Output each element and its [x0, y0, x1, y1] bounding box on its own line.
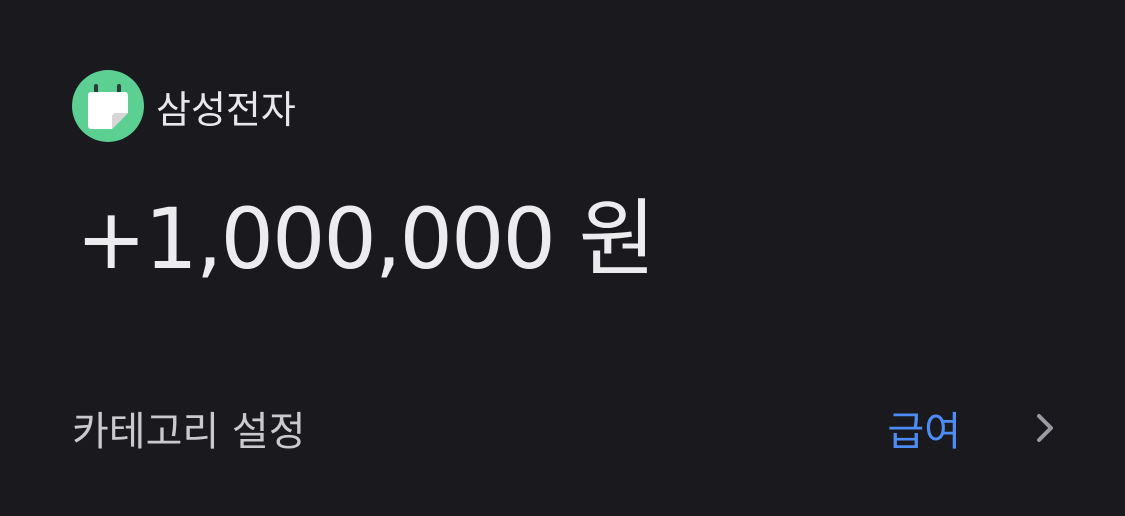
merchant-name: 삼성전자 [156, 87, 296, 132]
category-value: 급여 [887, 409, 961, 455]
merchant-header: 삼성전자 [72, 70, 296, 142]
calendar-note-icon [72, 70, 144, 142]
category-setting-row[interactable]: 카테고리 설정 급여 [72, 390, 1057, 466]
chevron-right-icon [1037, 414, 1053, 442]
transaction-amount: +1,000,000 원 [76, 190, 656, 288]
category-setting-label: 카테고리 설정 [72, 409, 306, 455]
